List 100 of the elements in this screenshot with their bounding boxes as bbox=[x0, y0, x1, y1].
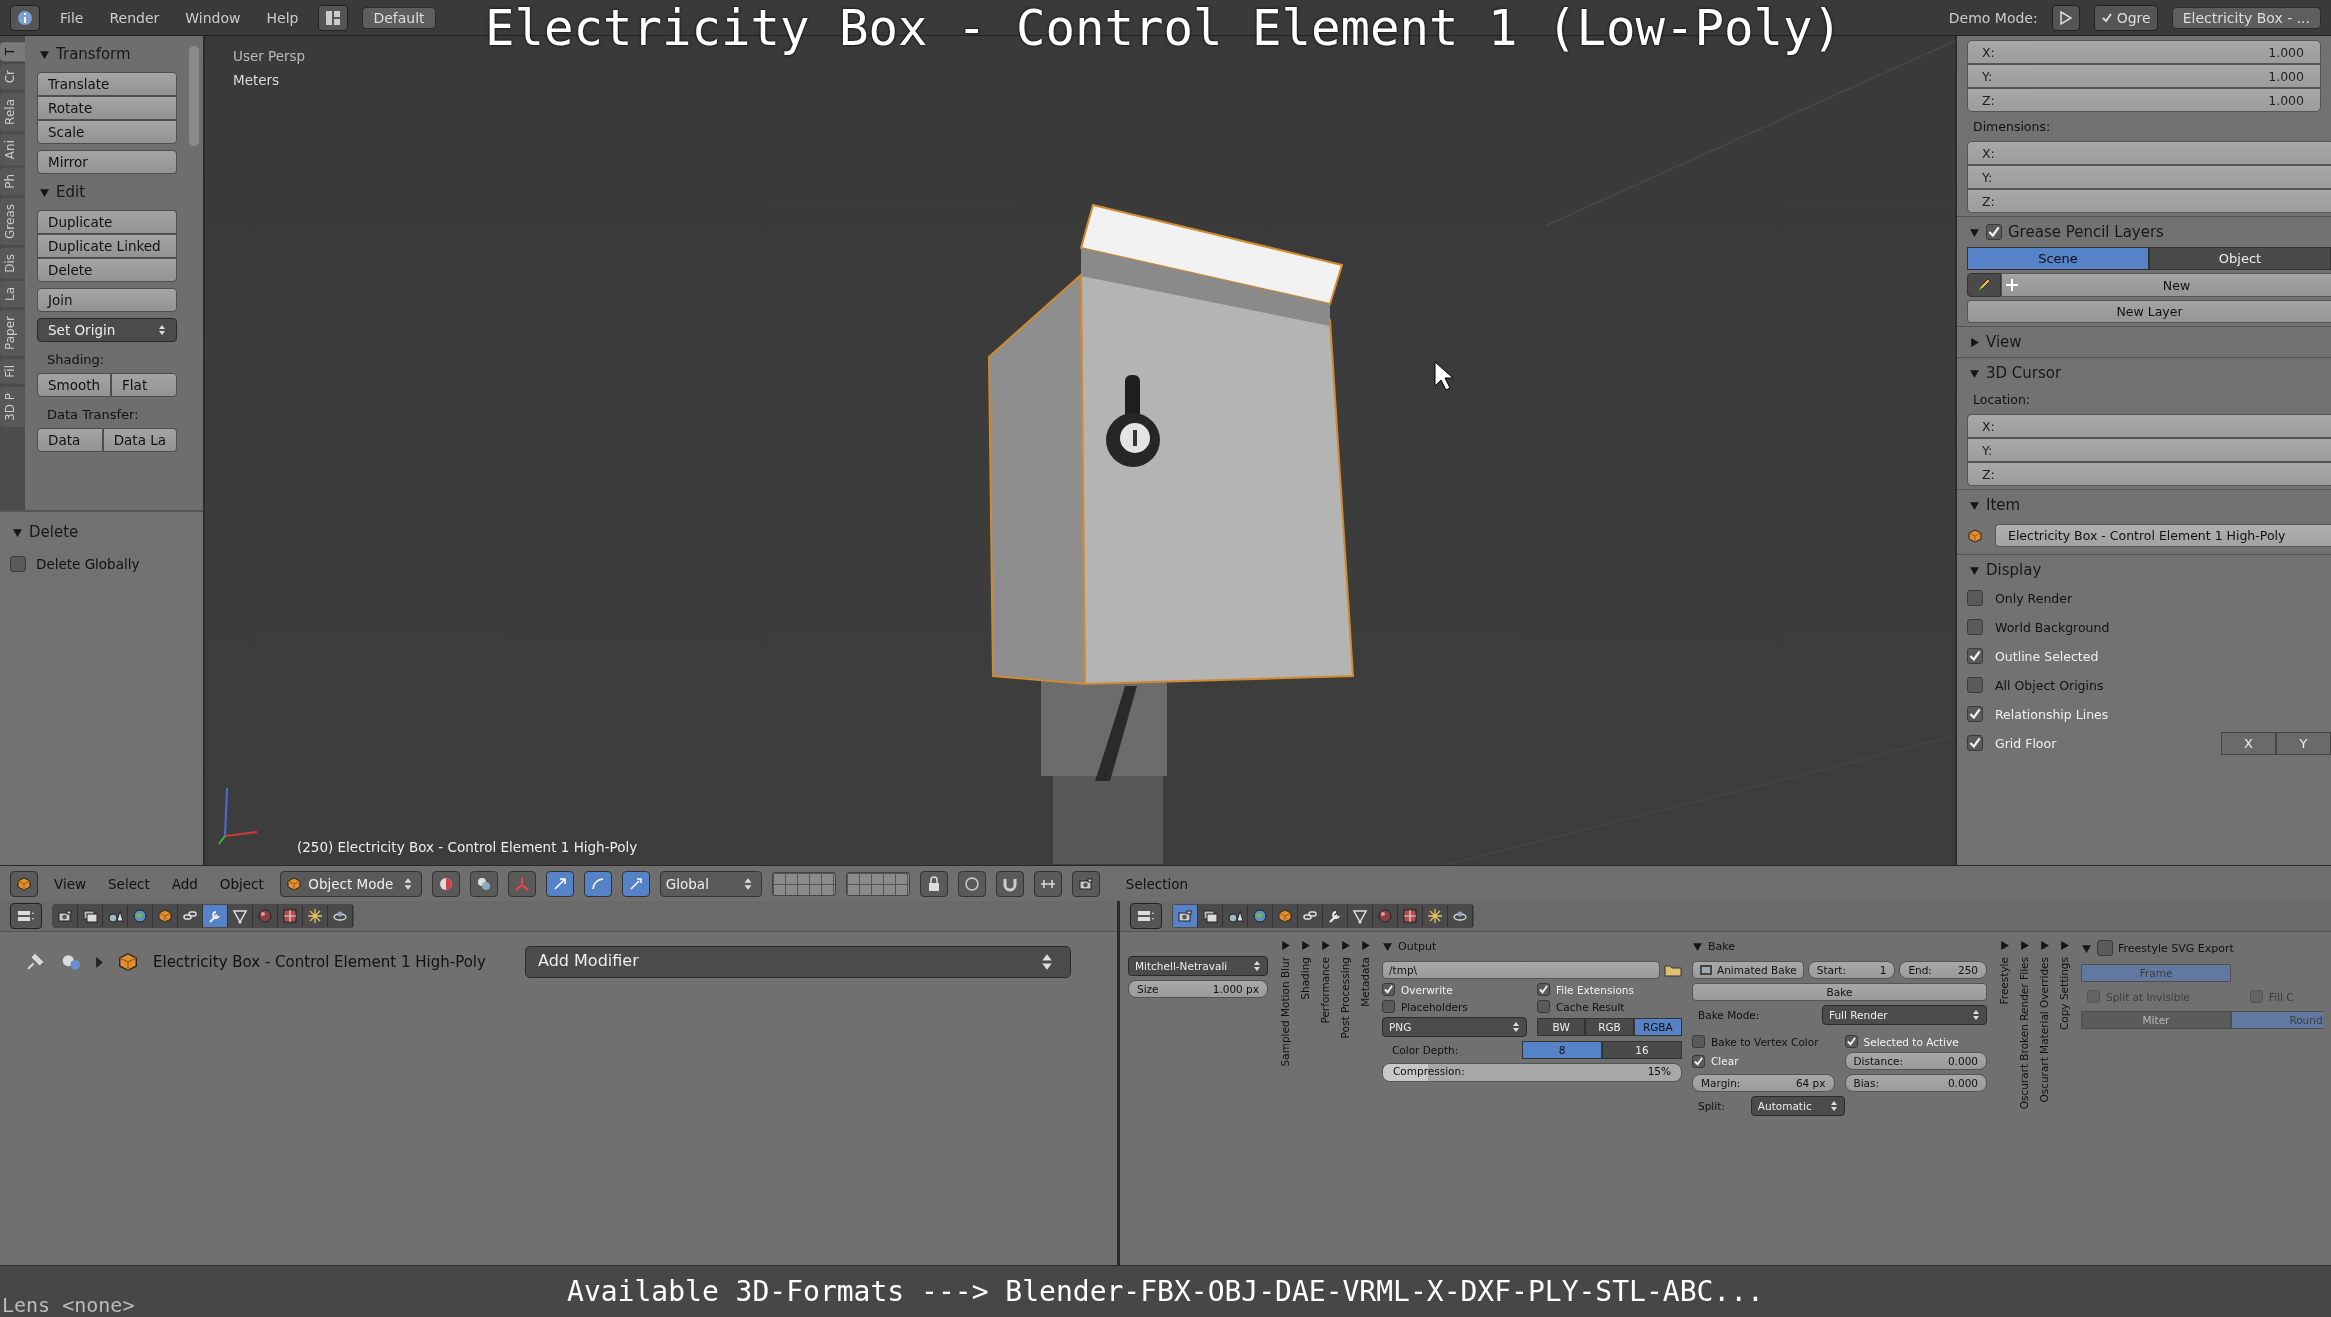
triangle-icon[interactable] bbox=[1998, 940, 2010, 951]
triangle-icon[interactable] bbox=[1319, 940, 1331, 951]
tool-button[interactable]: Scale bbox=[37, 120, 177, 144]
pencil-icon[interactable] bbox=[1967, 273, 2001, 297]
tab[interactable]: Scene bbox=[1967, 247, 2149, 270]
panel-title[interactable]: Sampled Motion Blur bbox=[1279, 957, 1291, 1067]
snap-button[interactable] bbox=[995, 870, 1024, 897]
new-layer-button[interactable]: New Layer bbox=[1967, 300, 2331, 323]
tool-button[interactable]: Translate bbox=[37, 72, 177, 96]
tab[interactable]: T bbox=[0, 42, 25, 62]
tool-button[interactable]: Duplicate Linked bbox=[37, 234, 177, 258]
dropdown[interactable]: Automatic bbox=[1750, 1096, 1845, 1116]
panel-title[interactable]: Performance bbox=[1319, 957, 1331, 1024]
layout-field[interactable]: Default bbox=[362, 6, 436, 29]
mode-dropdown[interactable]: Object Mode bbox=[279, 870, 422, 897]
ogre-toggle[interactable]: Ogre bbox=[2093, 4, 2158, 31]
checkbox[interactable] bbox=[1382, 983, 1395, 996]
checkbox[interactable] bbox=[2087, 990, 2100, 1003]
toggle-button[interactable]: RGB bbox=[1585, 1018, 1634, 1036]
tool-button[interactable]: Smooth bbox=[37, 373, 112, 397]
toggle-button[interactable]: Miter bbox=[2081, 1011, 2231, 1029]
menu-item[interactable]: Object bbox=[213, 873, 270, 894]
number-field[interactable]: End: 250 bbox=[1899, 961, 1987, 979]
triangle-icon[interactable] bbox=[2081, 942, 2092, 954]
menu-item[interactable]: Render bbox=[103, 7, 166, 28]
checkbox[interactable] bbox=[1537, 1000, 1550, 1013]
checkbox[interactable] bbox=[1967, 735, 1983, 751]
number-field[interactable]: Y: 1.000 bbox=[1967, 64, 2321, 88]
manipulator-button[interactable] bbox=[507, 870, 536, 897]
checkbox[interactable] bbox=[1967, 677, 1983, 693]
triangle-icon[interactable] bbox=[1382, 941, 1393, 952]
checkbox[interactable] bbox=[2249, 990, 2263, 1003]
tab[interactable]: 3D P bbox=[0, 387, 25, 427]
new-button[interactable]: New bbox=[2001, 273, 2331, 297]
triangle-icon[interactable] bbox=[1969, 367, 1980, 379]
editor-menu-button[interactable] bbox=[1130, 903, 1162, 929]
dropdown[interactable]: Set Origin bbox=[37, 318, 177, 342]
triangle-icon[interactable] bbox=[1359, 940, 1371, 951]
menu-item[interactable]: Window bbox=[179, 7, 247, 28]
toggle-button[interactable]: BW bbox=[1537, 1018, 1586, 1036]
info-editor-button[interactable] bbox=[10, 4, 40, 31]
checkbox[interactable] bbox=[1986, 224, 2002, 240]
tab[interactable]: Rela bbox=[0, 92, 25, 131]
translate-button[interactable] bbox=[545, 870, 574, 897]
scale-button[interactable] bbox=[621, 870, 650, 897]
tool-button[interactable]: Data bbox=[37, 428, 103, 452]
panel-title[interactable]: Shading bbox=[1299, 957, 1311, 1000]
panel-title[interactable]: Oscurart Material Overrides bbox=[2038, 957, 2050, 1103]
tool-button[interactable]: Data La bbox=[102, 428, 177, 452]
bake-button[interactable]: Bake bbox=[1692, 983, 1987, 1001]
number-field[interactable]: Size 1.000 px bbox=[1128, 980, 1268, 998]
number-field[interactable]: Start: 1 bbox=[1807, 961, 1896, 979]
tool-button[interactable]: Join bbox=[37, 288, 177, 312]
triangle-icon[interactable] bbox=[12, 526, 23, 538]
tab[interactable] bbox=[1173, 905, 1198, 927]
shading-dropdown[interactable] bbox=[431, 870, 460, 897]
layout-button[interactable] bbox=[318, 4, 349, 31]
number-field[interactable]: Y: bbox=[1967, 438, 2331, 462]
checkbox[interactable] bbox=[1692, 1035, 1705, 1048]
tab[interactable] bbox=[203, 905, 228, 927]
checkbox[interactable] bbox=[1967, 706, 1983, 722]
number-field[interactable]: Z: bbox=[1967, 189, 2331, 213]
tab[interactable]: Object bbox=[2149, 247, 2331, 270]
number-field[interactable]: X: bbox=[1967, 414, 2331, 438]
toggle-button[interactable]: 8 bbox=[1522, 1041, 1602, 1059]
menu-item[interactable]: Select bbox=[102, 873, 156, 894]
menu-item[interactable]: File bbox=[54, 7, 90, 28]
triangle-icon[interactable] bbox=[1279, 940, 1291, 951]
add-modifier-dropdown[interactable]: Add Modifier bbox=[525, 946, 1071, 978]
menu-item[interactable]: View bbox=[48, 873, 93, 894]
panel-title[interactable]: Post Processing bbox=[1339, 957, 1351, 1039]
dropdown[interactable]: PNG bbox=[1382, 1017, 1527, 1037]
tool-button[interactable]: Duplicate bbox=[37, 210, 177, 234]
dropdown[interactable]: Mitchell-Netravali bbox=[1128, 956, 1268, 976]
panel-title[interactable]: Copy Settings bbox=[2058, 957, 2070, 1031]
name-field[interactable]: Electricity Box - Control Element 1 High-Poly bbox=[1995, 524, 2331, 547]
tab[interactable]: Ani bbox=[0, 133, 25, 165]
checkbox[interactable] bbox=[1967, 590, 1983, 606]
checkbox[interactable] bbox=[10, 556, 26, 572]
triangle-icon[interactable] bbox=[1969, 564, 1980, 576]
layer-buttons[interactable] bbox=[845, 871, 910, 896]
render-button[interactable] bbox=[1071, 870, 1100, 897]
triangle-icon[interactable] bbox=[2038, 940, 2050, 951]
animated-bake-button[interactable]: Animated Bake bbox=[1692, 961, 1804, 979]
tab[interactable]: Cr bbox=[0, 64, 25, 90]
triangle-icon[interactable] bbox=[2058, 940, 2070, 951]
checkbox[interactable] bbox=[1537, 983, 1550, 996]
checkbox[interactable] bbox=[1692, 1054, 1705, 1068]
number-field[interactable]: X: 1.000 bbox=[1967, 40, 2321, 64]
menu-item[interactable]: Add bbox=[165, 873, 204, 894]
toggle-button[interactable]: X bbox=[2221, 731, 2276, 755]
compression-slider[interactable]: Compression: 15% bbox=[1382, 1063, 1682, 1082]
editor-menu-button[interactable] bbox=[10, 870, 38, 897]
triangle-icon[interactable] bbox=[1339, 940, 1351, 951]
proportional-button[interactable] bbox=[957, 870, 986, 897]
scrollbar[interactable] bbox=[189, 46, 199, 146]
number-field[interactable]: X: bbox=[1967, 141, 2331, 165]
triangle-icon[interactable] bbox=[1969, 336, 1980, 348]
checkbox[interactable] bbox=[1967, 648, 1983, 664]
triangle-icon[interactable] bbox=[2018, 940, 2030, 951]
